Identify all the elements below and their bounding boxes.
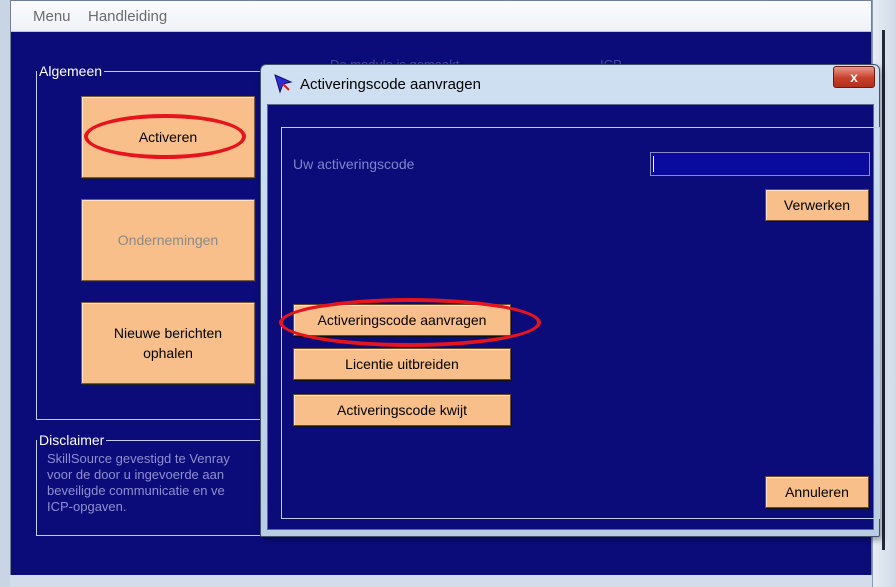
cursor-arrow-icon	[274, 74, 293, 94]
activeringscode-kwijt-button[interactable]: Activeringscode kwijt	[293, 394, 511, 426]
activeringscode-input[interactable]	[650, 152, 870, 176]
algemeen-legend: Algemeen	[37, 63, 105, 79]
close-icon: x	[850, 69, 858, 85]
ondernemingen-button[interactable]: Ondernemingen	[81, 199, 255, 281]
nieuwe-berichten-button[interactable]: Nieuwe berichten ophalen	[81, 302, 255, 384]
disclaimer-legend: Disclaimer	[37, 432, 107, 448]
disclaimer-text: SkillSource gevestigd te Venray voor de …	[47, 451, 230, 514]
activeren-button[interactable]: Activeren	[81, 96, 255, 178]
close-button[interactable]: x	[833, 66, 875, 88]
window-bottom-edge	[10, 575, 872, 587]
menu-item-menu[interactable]: Menu	[33, 8, 71, 25]
licentie-uitbreiden-button[interactable]: Licentie uitbreiden	[293, 348, 511, 380]
window-border	[882, 30, 885, 550]
dialog-title: Activeringscode aanvragen	[300, 76, 481, 93]
verwerken-button[interactable]: Verwerken	[765, 189, 869, 221]
annuleren-button[interactable]: Annuleren	[765, 476, 869, 508]
activeringscode-label: Uw activeringscode	[293, 156, 415, 172]
activeringscode-aanvragen-button[interactable]: Activeringscode aanvragen	[293, 304, 511, 336]
menu-item-handleiding[interactable]: Handleiding	[88, 8, 167, 25]
menubar: Menu Handleiding	[11, 1, 871, 32]
text-caret	[653, 156, 654, 172]
